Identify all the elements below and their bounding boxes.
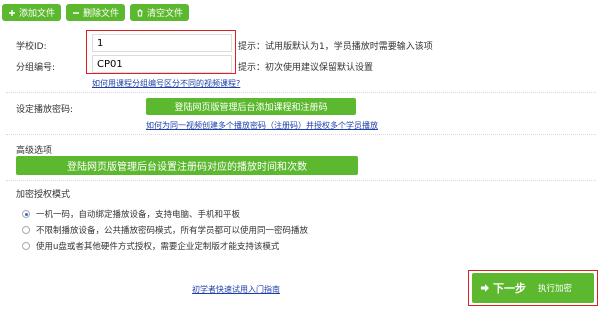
radio-selected[interactable] xyxy=(22,210,30,218)
advanced-options-label: 高级选项 xyxy=(16,146,53,156)
radio[interactable] xyxy=(22,226,30,234)
minus-icon xyxy=(72,9,80,17)
plus-icon xyxy=(8,9,16,17)
trash-icon xyxy=(136,9,144,17)
auth-option-text: 使用u盘或者其他硬件方式授权，需要企业定制版才能支持该模式 xyxy=(36,242,280,252)
delete-file-label: 删除文件 xyxy=(83,9,120,19)
multi-password-link[interactable]: 如何为同一视频创建多个播放密码（注册码）并授权多个学员播放 xyxy=(146,120,378,131)
next-step-button[interactable]: 下一步 执行加密 xyxy=(472,273,594,303)
divider xyxy=(6,180,596,181)
auth-option-text: 不限制播放设备，公共播放密码模式，所有学员都可以使用同一密码播放 xyxy=(36,226,309,236)
next-step-label: 下一步 xyxy=(493,282,526,295)
file-toolbar: 添加文件 删除文件 清空文件 xyxy=(2,4,190,21)
auth-option-1[interactable]: 一机一码，自动绑定播放设备，支持电脑、手机和平板 xyxy=(22,208,240,220)
clear-file-label: 清空文件 xyxy=(147,9,184,19)
radio[interactable] xyxy=(22,242,30,250)
auth-option-3[interactable]: 使用u盘或者其他硬件方式授权，需要企业定制版才能支持该模式 xyxy=(22,240,279,252)
school-id-input[interactable]: 1 xyxy=(92,34,232,52)
add-file-label: 添加文件 xyxy=(19,9,56,19)
add-file-button[interactable]: 添加文件 xyxy=(2,4,62,21)
auth-option-text: 一机一码，自动绑定播放设备，支持电脑、手机和平板 xyxy=(36,210,241,220)
group-no-label: 分组编号: xyxy=(16,63,56,73)
group-no-input[interactable]: CP01 xyxy=(92,55,232,73)
delete-file-button[interactable]: 删除文件 xyxy=(66,4,126,21)
add-course-button[interactable]: 登陆网页版管理后台添加课程和注册码 xyxy=(146,98,356,115)
school-id-hint: 提示：试用版默认为1，学员播放时需要输入该项 xyxy=(238,42,433,52)
execute-encrypt-label: 执行加密 xyxy=(538,284,573,294)
arrow-right-icon xyxy=(481,284,489,292)
divider xyxy=(6,134,596,135)
set-play-time-button[interactable]: 登陆网页版管理后台设置注册码对应的播放时间和次数 xyxy=(16,156,358,175)
beginner-guide-link[interactable]: 初学者快速试用入门指南 xyxy=(192,284,280,295)
divider xyxy=(6,92,596,93)
play-password-label: 设定播放密码: xyxy=(16,105,74,115)
auth-mode-label: 加密授权模式 xyxy=(16,190,71,200)
group-help-link[interactable]: 如何用课程分组编号区分不同的视频课程? xyxy=(92,78,240,89)
school-id-label: 学校ID: xyxy=(16,42,47,52)
auth-option-2[interactable]: 不限制播放设备，公共播放密码模式，所有学员都可以使用同一密码播放 xyxy=(22,224,308,236)
group-no-hint: 提示：初次使用建议保留默认设置 xyxy=(238,63,374,73)
clear-file-button[interactable]: 清空文件 xyxy=(130,4,190,21)
